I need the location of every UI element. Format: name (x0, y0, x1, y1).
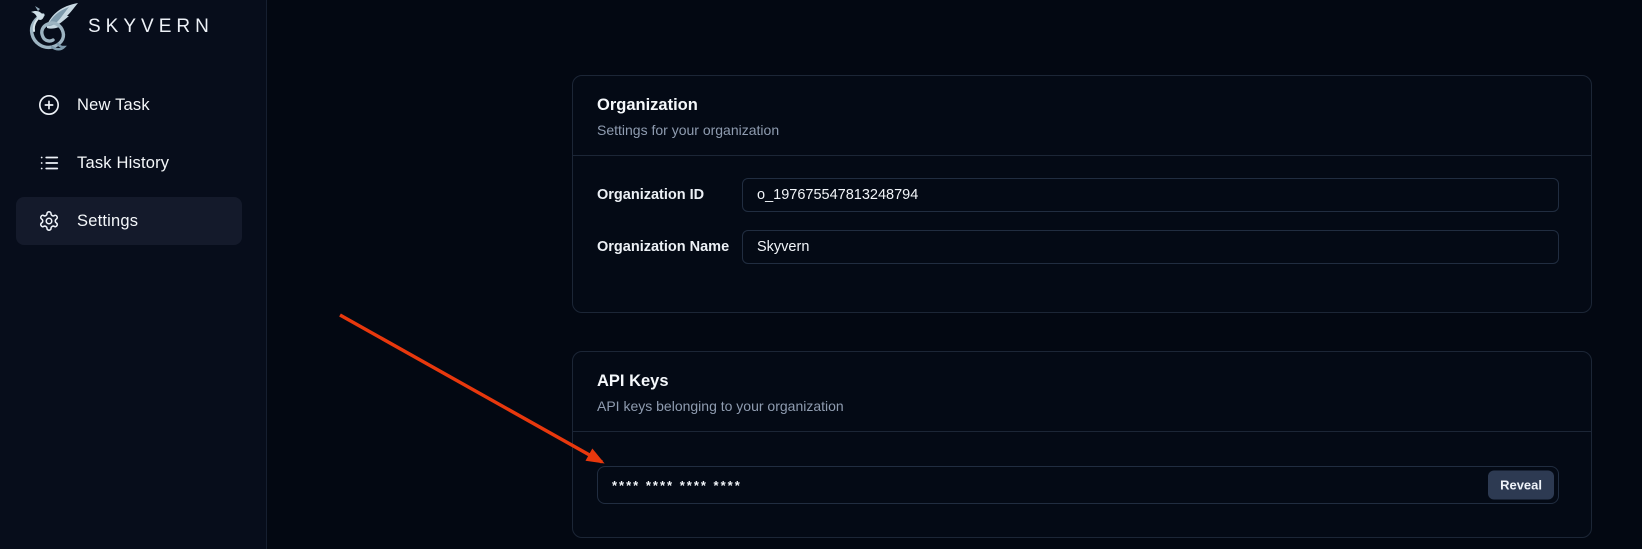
organization-name-input[interactable] (742, 230, 1559, 264)
organization-id-label: Organization ID (597, 187, 742, 203)
reveal-button[interactable]: Reveal (1488, 471, 1554, 500)
organization-card: Organization Settings for your organizat… (572, 75, 1592, 313)
organization-card-body: Organization ID Organization Name (573, 156, 1591, 264)
sidebar-item-label: Task History (77, 154, 169, 173)
skyvern-dragon-icon (28, 2, 80, 52)
organization-name-row: Organization Name (597, 230, 1559, 264)
api-keys-card-subtitle: API keys belonging to your organization (597, 398, 1567, 431)
sidebar-item-task-history[interactable]: Task History (16, 139, 242, 187)
brand-logo[interactable]: SKYVERN (28, 2, 214, 52)
sidebar-item-settings[interactable]: Settings (16, 197, 242, 245)
api-keys-card-body: **** **** **** **** Reveal (573, 432, 1591, 504)
brand-name: SKYVERN (88, 16, 214, 38)
api-keys-card-title: API Keys (597, 372, 1567, 391)
sidebar-nav: New Task Task History Settings (16, 81, 242, 245)
settings-page: Organization Settings for your organizat… (267, 0, 1642, 549)
api-keys-card: API Keys API keys belonging to your orga… (572, 351, 1592, 538)
api-key-masked-value: **** **** **** **** (612, 478, 742, 493)
sidebar-item-label: New Task (77, 96, 150, 115)
sidebar-item-label: Settings (77, 212, 138, 231)
organization-id-row: Organization ID (597, 178, 1559, 212)
sidebar: SKYVERN New Task Task History Settings (0, 0, 267, 549)
organization-id-input[interactable] (742, 178, 1559, 212)
api-keys-card-header: API Keys API keys belonging to your orga… (573, 352, 1591, 432)
gear-icon (38, 210, 60, 232)
organization-card-subtitle: Settings for your organization (597, 122, 1567, 155)
organization-card-title: Organization (597, 96, 1567, 115)
plus-circle-icon (38, 94, 60, 116)
organization-name-label: Organization Name (597, 239, 742, 255)
organization-card-header: Organization Settings for your organizat… (573, 76, 1591, 156)
list-icon (38, 152, 60, 174)
api-key-field[interactable]: **** **** **** **** Reveal (597, 466, 1559, 504)
sidebar-item-new-task[interactable]: New Task (16, 81, 242, 129)
